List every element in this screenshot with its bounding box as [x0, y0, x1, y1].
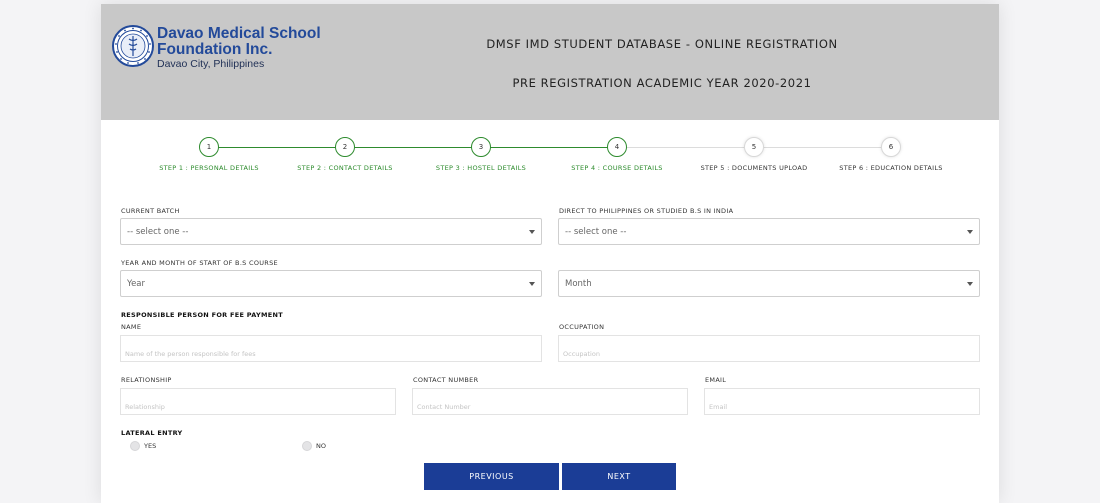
previous-button[interactable]: PREVIOUS [424, 463, 559, 490]
page-title: DMSF IMD STUDENT DATABASE - ONLINE REGIS… [486, 37, 838, 51]
logo-location: Davao City, Philippines [157, 58, 265, 70]
occupation-label: OCCUPATION [559, 323, 605, 331]
year-month-label: YEAR AND MONTH OF START OF B.S COURSE [121, 259, 278, 267]
logo-line-1: Davao Medical School [157, 25, 321, 42]
step-course-details[interactable]: 4 STEP 4 : COURSE DETAILS [537, 137, 697, 172]
step-label: STEP 6 : EDUCATION DETAILS [839, 164, 943, 172]
no-label: NO [316, 442, 326, 450]
chevron-down-icon [529, 282, 535, 286]
occupation-input[interactable] [558, 335, 980, 362]
registration-stepper: 1 STEP 1 : PERSONAL DETAILS 2 STEP 2 : C… [101, 137, 999, 182]
relationship-input[interactable] [120, 388, 396, 415]
next-button[interactable]: NEXT [562, 463, 676, 490]
school-name-logo: Davao Medical School Foundation Inc. Dav… [157, 25, 321, 71]
page-subtitle: PRE REGISTRATION ACADEMIC YEAR 2020-2021 [512, 76, 812, 90]
logo-line-2: Foundation Inc. [157, 41, 273, 58]
step-number: 5 [744, 137, 764, 157]
step-number: 3 [471, 137, 491, 157]
responsible-name-input[interactable] [120, 335, 542, 362]
lateral-entry-yes-radio[interactable] [130, 441, 140, 451]
school-seal-logo [112, 25, 154, 67]
step-number: 1 [199, 137, 219, 157]
chevron-down-icon [967, 230, 973, 234]
direct-or-india-select[interactable]: -- select one -- [558, 218, 980, 245]
step-documents-upload[interactable]: 5 STEP 5 : DOCUMENTS UPLOAD [674, 137, 834, 172]
lateral-entry-label: LATERAL ENTRY [121, 429, 183, 437]
current-batch-label: CURRENT BATCH [121, 207, 180, 215]
step-number: 6 [881, 137, 901, 157]
name-label: NAME [121, 323, 142, 331]
direct-or-india-value: -- select one -- [565, 227, 627, 237]
email-label: EMAIL [705, 376, 727, 384]
step-label: STEP 5 : DOCUMENTS UPLOAD [700, 164, 808, 172]
step-label: STEP 4 : COURSE DETAILS [571, 164, 663, 172]
year-value: Year [127, 279, 145, 289]
yes-label: YES [144, 442, 157, 450]
step-number: 4 [607, 137, 627, 157]
current-batch-value: -- select one -- [127, 227, 189, 237]
step-education-details[interactable]: 6 STEP 6 : EDUCATION DETAILS [811, 137, 971, 172]
year-select[interactable]: Year [120, 270, 542, 297]
chevron-down-icon [529, 230, 535, 234]
responsible-person-heading: RESPONSIBLE PERSON FOR FEE PAYMENT [121, 311, 283, 319]
contact-number-input[interactable] [412, 388, 688, 415]
page-header: Davao Medical School Foundation Inc. Dav… [101, 4, 999, 120]
direct-or-india-label: DIRECT TO PHILIPPINES OR STUDIED B.S IN … [559, 207, 734, 215]
month-select[interactable]: Month [558, 270, 980, 297]
registration-card: Davao Medical School Foundation Inc. Dav… [101, 4, 999, 503]
step-number: 2 [335, 137, 355, 157]
month-value: Month [565, 279, 592, 289]
email-input[interactable] [704, 388, 980, 415]
lateral-entry-no-radio[interactable] [302, 441, 312, 451]
contact-number-label: CONTACT NUMBER [413, 376, 479, 384]
current-batch-select[interactable]: -- select one -- [120, 218, 542, 245]
chevron-down-icon [967, 282, 973, 286]
relationship-label: RELATIONSHIP [121, 376, 172, 384]
